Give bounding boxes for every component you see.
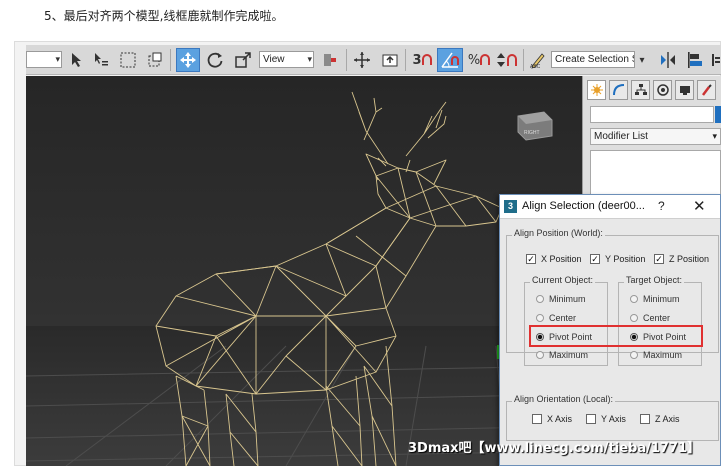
- motion-tab[interactable]: [653, 80, 672, 100]
- manipulate-icon[interactable]: [350, 48, 374, 72]
- display-tab[interactable]: [675, 80, 694, 100]
- main-toolbar: ▾ View ▾ 3 % ABC Create Selection ▾: [26, 45, 721, 75]
- percent-snap-label: %: [467, 52, 481, 68]
- separator: [346, 49, 347, 71]
- close-button[interactable]: ✕: [693, 197, 706, 215]
- x-axis-checkbox[interactable]: X Axis: [532, 414, 572, 424]
- y-axis-label: Y Axis: [601, 414, 626, 424]
- z-position-label: Z Position: [669, 254, 710, 264]
- snap-icon[interactable]: 3: [409, 48, 435, 72]
- radio-label: Minimum: [549, 294, 586, 304]
- align-selection-dialog: 3 Align Selection (deer00... ? ✕ Align P…: [499, 194, 721, 466]
- watermark-text: 3Dmax吧【www.linecg.com/tieba/1771】: [408, 441, 701, 456]
- z-axis-checkbox[interactable]: Z Axis: [640, 414, 680, 424]
- y-position-label: Y Position: [605, 254, 646, 264]
- align-orientation-label: Align Orientation (Local):: [512, 394, 616, 404]
- radio-label: Center: [643, 313, 671, 323]
- dialog-title: Align Selection (deer00...: [522, 200, 645, 212]
- layer-dropdown[interactable]: ▾: [26, 51, 62, 68]
- create-tab[interactable]: [587, 80, 606, 100]
- keyboard-shortcut-icon[interactable]: [378, 48, 402, 72]
- x-position-checkbox[interactable]: ✓ X Position: [526, 254, 582, 264]
- separator: [170, 49, 171, 71]
- target-minimum-radio[interactable]: Minimum: [630, 294, 680, 304]
- radio-label: Minimum: [643, 294, 680, 304]
- checkbox-box: ✓: [654, 254, 664, 264]
- named-selection-set-dropdown[interactable]: Create Selection Se: [551, 51, 635, 68]
- y-position-checkbox[interactable]: ✓ Y Position: [590, 254, 645, 264]
- object-name-field[interactable]: [590, 106, 714, 123]
- pivot-icon[interactable]: [318, 48, 342, 72]
- current-maximum-radio[interactable]: Maximum: [536, 350, 588, 360]
- align-position-label: Align Position (World):: [512, 228, 605, 238]
- checkbox-box: [532, 414, 542, 424]
- chevron-down-icon[interactable]: ▾: [635, 48, 649, 72]
- snap-label: 3: [412, 52, 422, 68]
- scale-icon[interactable]: [231, 48, 255, 72]
- target-object-label: Target Object:: [624, 275, 685, 285]
- svg-text:ABC: ABC: [530, 64, 541, 69]
- target-maximum-radio[interactable]: Maximum: [630, 350, 682, 360]
- utilities-tab[interactable]: [697, 80, 716, 100]
- radio-label: Maximum: [549, 350, 589, 360]
- svg-text:RIGHT: RIGHT: [524, 130, 540, 136]
- current-object-label: Current Object:: [530, 275, 596, 285]
- hierarchy-tab[interactable]: [631, 80, 650, 100]
- pivot-point-highlight: [529, 325, 703, 347]
- separator: [523, 49, 524, 71]
- target-center-radio[interactable]: Center: [630, 313, 670, 323]
- z-axis-label: Z Axis: [655, 414, 680, 424]
- edit-named-selection-icon[interactable]: ABC: [526, 48, 550, 72]
- overflow-icon[interactable]: [709, 48, 721, 72]
- z-position-checkbox[interactable]: ✓ Z Position: [654, 254, 709, 264]
- align-icon[interactable]: [683, 48, 707, 72]
- separator: [405, 49, 406, 71]
- radio-label: Center: [549, 313, 577, 323]
- move-icon[interactable]: [176, 48, 200, 72]
- x-axis-label: X Axis: [547, 414, 573, 424]
- app-logo-icon: 3: [504, 200, 517, 213]
- checkbox-box: [586, 414, 596, 424]
- spinner-snap-icon[interactable]: [494, 48, 520, 72]
- caption-text: 5、最后对齐两个模型,线框鹿就制作完成啦。: [44, 9, 284, 23]
- rect-region-icon[interactable]: [116, 48, 140, 72]
- viewcube[interactable]: RIGHT: [517, 111, 553, 141]
- current-center-radio[interactable]: Center: [536, 313, 576, 323]
- mirror-icon[interactable]: [656, 48, 680, 72]
- checkbox-box: ✓: [590, 254, 600, 264]
- window-crossing-icon[interactable]: [144, 48, 166, 72]
- percent-snap-icon[interactable]: %: [466, 48, 492, 72]
- modifier-list-dropdown[interactable]: Modifier List ▾: [590, 128, 721, 145]
- object-color-swatch[interactable]: [715, 106, 721, 123]
- rotate-icon[interactable]: [203, 48, 227, 72]
- checkbox-box: ✓: [526, 254, 536, 264]
- radio-label: Maximum: [643, 350, 683, 360]
- checkbox-box: [640, 414, 650, 424]
- reference-coord-dropdown[interactable]: View ▾: [259, 51, 314, 68]
- select-by-name-icon[interactable]: [90, 48, 112, 72]
- help-button[interactable]: ?: [658, 199, 665, 213]
- dialog-titlebar[interactable]: 3 Align Selection (deer00... ? ✕: [500, 195, 720, 219]
- y-axis-checkbox[interactable]: Y Axis: [586, 414, 626, 424]
- current-minimum-radio[interactable]: Minimum: [536, 294, 586, 304]
- angle-snap-icon[interactable]: [437, 48, 463, 72]
- modify-tab[interactable]: [609, 80, 628, 100]
- select-icon[interactable]: [66, 48, 88, 72]
- x-position-label: X Position: [541, 254, 582, 264]
